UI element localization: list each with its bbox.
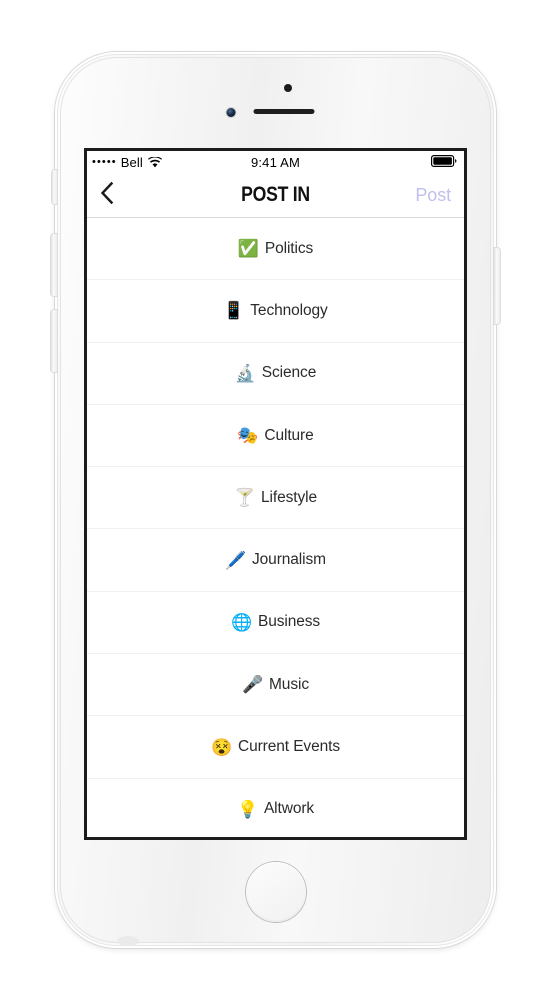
category-row-content: 💡 Altwork <box>237 800 314 818</box>
category-list: ✅ Politics 📱 Technology 🔬 Science 🎭 Culture 🍸 Lif… <box>87 218 464 837</box>
wifi-icon <box>147 156 162 168</box>
category-label: Lifestyle <box>261 488 317 506</box>
globe-with-meridians-icon: 🌐 <box>230 612 253 632</box>
category-row[interactable]: 🌐 Business <box>87 591 464 655</box>
category-row[interactable]: 💡 Altwork <box>87 778 464 837</box>
category-row[interactable]: 🖊️ Journalism <box>87 529 464 592</box>
category-row-content: 🌐 Business <box>231 613 320 631</box>
status-bar-right <box>431 154 457 170</box>
category-row-content: 🎭 Culture <box>237 427 313 445</box>
category-label: Culture <box>264 426 314 444</box>
mobile-phone-icon: 📱 <box>223 301 245 321</box>
battery-full-icon <box>431 154 457 170</box>
category-row[interactable]: 🎭 Culture <box>87 404 464 468</box>
volume-up-button[interactable] <box>51 234 57 296</box>
category-row-content: 📱 Technology <box>223 301 328 321</box>
category-label: Journalism <box>252 551 326 569</box>
dizzy-face-icon: 😵 <box>211 737 233 757</box>
category-row[interactable]: 🔬 Science <box>87 342 464 405</box>
category-row-content: 🎤 Music <box>242 676 309 694</box>
proximity-sensor-icon <box>283 84 292 92</box>
category-row[interactable]: 📱 Technology <box>87 280 464 343</box>
cocktail-glass-icon: 🍸 <box>234 488 256 508</box>
carrier-label: Bell <box>120 154 143 170</box>
category-row-content: 😵 Current Events <box>211 738 340 756</box>
category-label: Technology <box>250 301 328 319</box>
back-button[interactable] <box>100 180 126 210</box>
category-label: Altwork <box>263 800 315 818</box>
pen-icon: 🖊️ <box>225 550 247 570</box>
category-label: Science <box>261 364 317 382</box>
volume-down-button[interactable] <box>51 310 57 372</box>
category-label: Current Events <box>238 738 340 756</box>
category-label: Business <box>257 613 321 631</box>
speaker-grille <box>117 936 139 946</box>
category-row[interactable]: 🎤 Music <box>87 654 464 717</box>
signal-strength-icon: ••••• <box>92 155 117 168</box>
chevron-left-icon <box>100 181 114 210</box>
earpiece-speaker-icon <box>253 109 314 114</box>
silent-switch-button[interactable] <box>52 170 57 204</box>
home-button[interactable] <box>245 862 306 922</box>
category-label: Music <box>269 675 309 693</box>
page-title: POST IN <box>241 183 310 206</box>
front-camera-icon <box>226 108 235 117</box>
category-row-content: 🔬 Science <box>234 363 317 383</box>
light-bulb-icon: 💡 <box>236 799 259 819</box>
category-row-content: ✅ Politics <box>238 240 313 258</box>
performing-arts-masks-icon: 🎭 <box>237 426 259 446</box>
phone-device: ••••• Bell 9:41 AM POST IN Post ✅ Politi… <box>51 52 500 948</box>
post-button[interactable]: Post <box>415 185 451 206</box>
power-button[interactable] <box>494 248 500 324</box>
microscope-icon: 🔬 <box>234 363 256 383</box>
microphone-icon: 🎤 <box>242 675 264 695</box>
category-row-content: 🖊️ Journalism <box>225 551 326 569</box>
category-row[interactable]: 😵 Current Events <box>87 716 464 779</box>
category-row[interactable]: 🍸 Lifestyle <box>87 467 464 530</box>
category-row[interactable]: ✅ Politics <box>87 218 464 281</box>
white-heavy-check-mark-icon: ✅ <box>237 239 260 259</box>
category-row-content: 🍸 Lifestyle <box>234 489 317 507</box>
status-bar-left: ••••• Bell <box>92 155 162 170</box>
status-bar: ••••• Bell 9:41 AM <box>87 151 464 173</box>
navigation-bar: POST IN Post <box>87 173 464 218</box>
category-label: Politics <box>264 239 314 257</box>
phone-screen: ••••• Bell 9:41 AM POST IN Post ✅ Politi… <box>84 148 467 840</box>
